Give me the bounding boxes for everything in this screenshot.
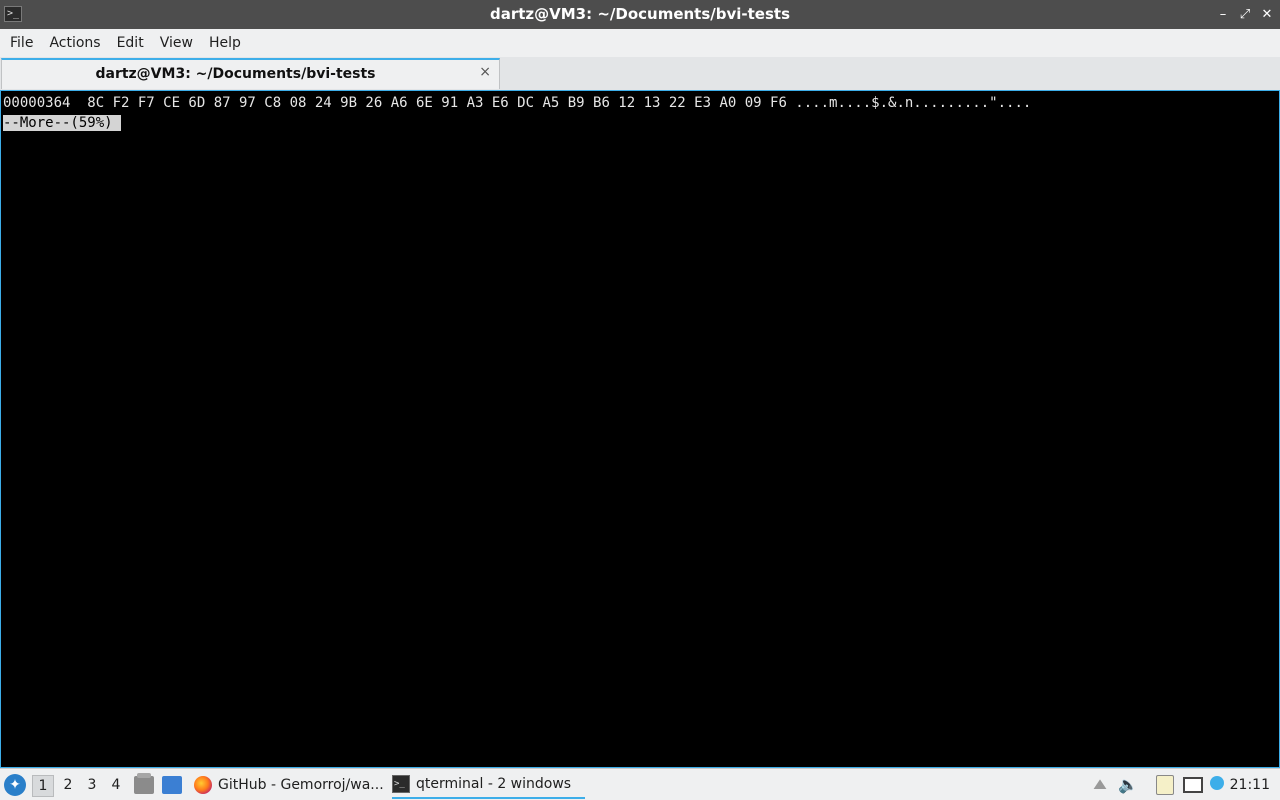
maximize-button[interactable]: ⤢	[1238, 7, 1252, 22]
taskbar-clock[interactable]: 21:11	[1230, 769, 1270, 800]
tab-terminal-session[interactable]: dartz@VM3: ~/Documents/bvi-tests ×	[1, 58, 500, 89]
firefox-icon	[194, 776, 212, 794]
task-qterminal-label: qterminal - 2 windows	[416, 776, 572, 792]
network-icon[interactable]	[1183, 777, 1203, 793]
menu-view[interactable]: View	[152, 35, 201, 51]
updates-icon[interactable]	[1210, 776, 1224, 790]
task-firefox[interactable]: GitHub - Gemorroj/wa...	[194, 771, 390, 799]
more-prompt: --More--(59%)	[3, 115, 113, 131]
close-window-button[interactable]: ✕	[1260, 7, 1274, 22]
menu-edit[interactable]: Edit	[109, 35, 152, 51]
menu-actions[interactable]: Actions	[41, 35, 108, 51]
tab-label: dartz@VM3: ~/Documents/bvi-tests	[95, 66, 376, 82]
taskbar: ✦ 1 2 3 4 GitHub - Gemorroj/wa... >_ qte…	[0, 768, 1280, 800]
start-menu-icon[interactable]: ✦	[4, 774, 26, 796]
terminal-cursor	[112, 115, 122, 131]
window-titlebar[interactable]: >_ dartz@VM3: ~/Documents/bvi-tests – ⤢ …	[0, 0, 1280, 29]
terminal-icon: >_	[392, 775, 410, 793]
menu-help[interactable]: Help	[201, 35, 249, 51]
workspace-2-button[interactable]: 2	[57, 775, 79, 797]
tab-bar: dartz@VM3: ~/Documents/bvi-tests ×	[0, 57, 1280, 90]
window-controls: – ⤢ ✕	[1216, 0, 1274, 29]
show-desktop-icon[interactable]	[162, 776, 182, 794]
file-manager-icon[interactable]	[134, 773, 154, 794]
workspace-4-button[interactable]: 4	[105, 775, 127, 797]
terminal-output[interactable]: 00000364 8C F2 F7 CE 6D 87 97 C8 08 24 9…	[0, 90, 1280, 768]
task-firefox-label: GitHub - Gemorroj/wa...	[218, 777, 384, 793]
workspace-1-button[interactable]: 1	[32, 775, 54, 797]
menu-bar: File Actions Edit View Help	[0, 29, 1280, 57]
task-qterminal[interactable]: >_ qterminal - 2 windows	[392, 771, 585, 799]
hex-dump-line: 00000364 8C F2 F7 CE 6D 87 97 C8 08 24 9…	[3, 95, 1032, 111]
window-title: dartz@VM3: ~/Documents/bvi-tests	[489, 5, 791, 23]
tray-up-arrow-icon[interactable]	[1093, 779, 1107, 789]
volume-icon[interactable]: 🔈	[1118, 775, 1138, 795]
workspace-3-button[interactable]: 3	[81, 775, 103, 797]
minimize-button[interactable]: –	[1216, 7, 1230, 22]
menu-file[interactable]: File	[2, 35, 41, 51]
pager-prompt-line: --More--(59%)	[3, 114, 122, 132]
close-tab-icon[interactable]: ×	[479, 64, 491, 80]
clipboard-icon[interactable]	[1156, 775, 1174, 795]
